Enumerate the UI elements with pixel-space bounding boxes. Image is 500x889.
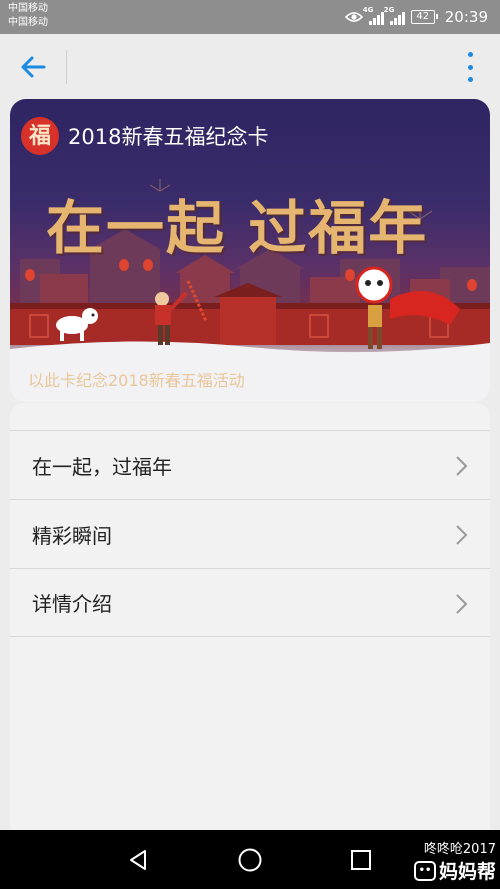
list-item-together[interactable]: 在一起，过福年 xyxy=(10,430,490,499)
list-item-label: 详情介绍 xyxy=(32,592,112,616)
card-slogan: 在一起 过福年 xyxy=(46,194,429,262)
status-bar: 中国移动 中国移动 4G 2G 42 20:39 xyxy=(0,0,500,34)
nav-home-icon[interactable] xyxy=(237,847,263,873)
clock: 20:39 xyxy=(444,8,488,26)
list-item-highlights[interactable]: 精彩瞬间 xyxy=(10,499,490,568)
chevron-right-icon xyxy=(456,594,468,614)
carrier-label: 中国移动 xyxy=(8,3,48,14)
more-vertical-icon xyxy=(467,52,473,57)
toolbar xyxy=(0,34,500,98)
menu-list: 在一起，过福年 精彩瞬间 详情介绍 xyxy=(10,403,490,830)
chevron-right-icon xyxy=(456,525,468,545)
network-type-label: 2G xyxy=(383,6,395,14)
signal-icon: 2G xyxy=(384,6,405,25)
chevron-right-icon xyxy=(456,456,468,476)
list-item-details[interactable]: 详情介绍 xyxy=(10,568,490,637)
back-button[interactable] xyxy=(16,52,50,82)
battery-icon: 42 xyxy=(410,10,438,24)
nav-back-icon[interactable] xyxy=(126,848,150,872)
status-icons: 4G 2G 42 20:39 xyxy=(344,0,488,34)
fu-badge-icon: 福 xyxy=(21,117,59,155)
arrow-left-icon xyxy=(21,56,46,78)
watermark-brand: 妈妈帮 xyxy=(438,861,496,883)
toolbar-divider xyxy=(66,50,67,84)
card-banner: 福 2018新春五福纪念卡 在一起 过福年 以此卡纪念2018新春五福活动 xyxy=(10,99,490,402)
watermark-logo: •• 妈妈帮 xyxy=(413,857,496,884)
list-item-label: 在一起，过福年 xyxy=(32,454,172,479)
carrier-label: 中国移动 xyxy=(8,17,48,28)
nav-recent-apps-icon[interactable] xyxy=(350,849,372,871)
chat-bubble-icon: •• xyxy=(413,860,436,881)
more-options-button[interactable] xyxy=(466,52,474,82)
eye-icon xyxy=(344,12,363,22)
watermark-username: 咚咚呛2017 xyxy=(423,842,496,857)
network-type-label: 4G xyxy=(362,6,374,14)
card-subtitle: 以此卡纪念2018新春五福活动 xyxy=(28,371,245,390)
card-title: 2018新春五福纪念卡 xyxy=(68,125,269,149)
signal-icon: 4G xyxy=(363,6,384,25)
list-item-label: 精彩瞬间 xyxy=(32,523,112,548)
